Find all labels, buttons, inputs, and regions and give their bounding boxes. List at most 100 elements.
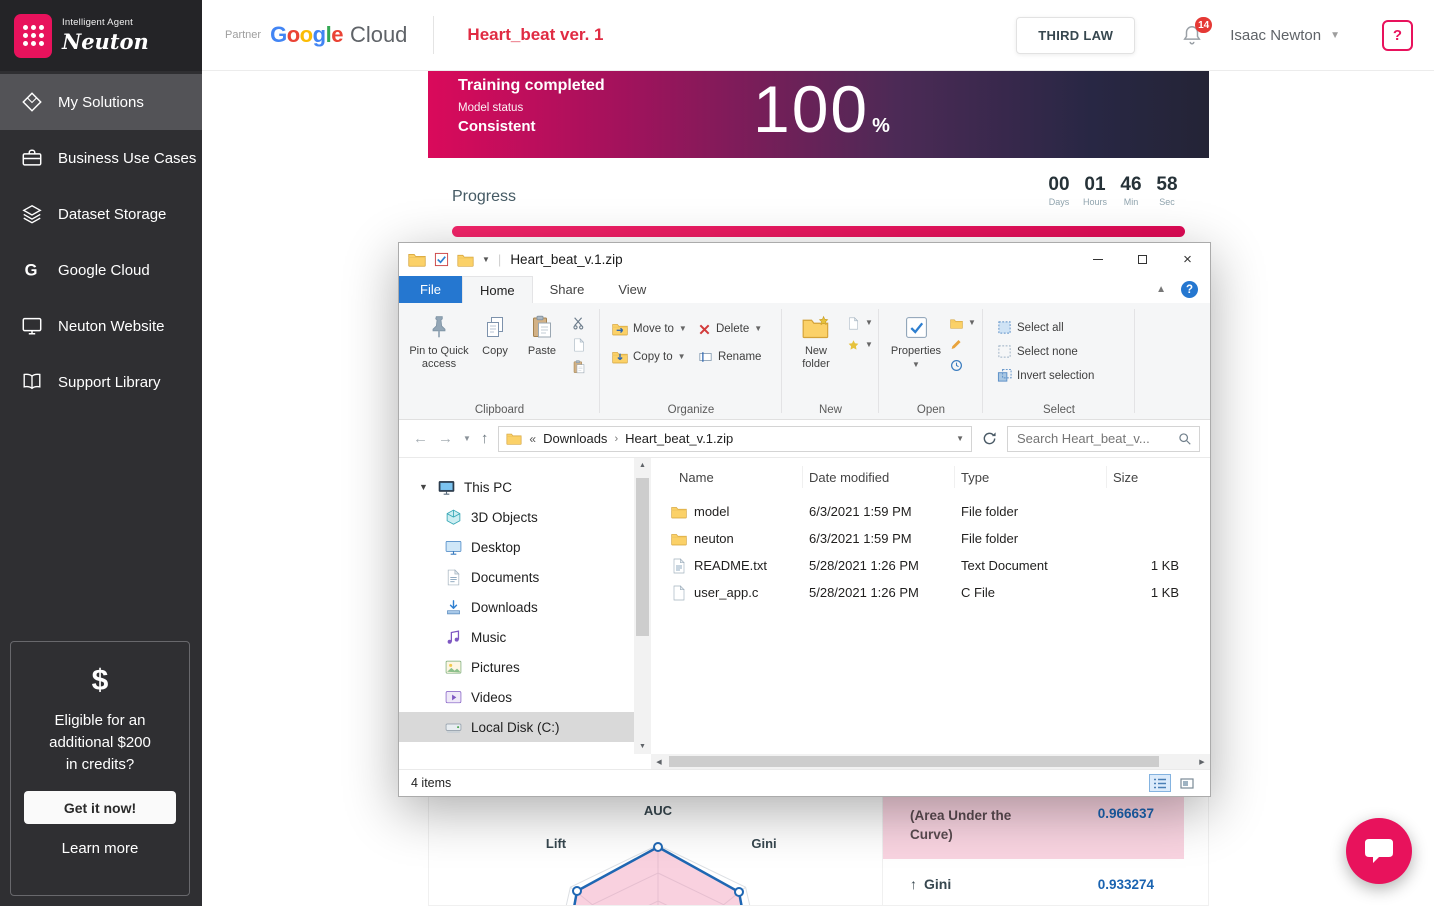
sidebar-item-my-solutions[interactable]: My Solutions [0,74,202,130]
file-type: File folder [955,531,1107,546]
copy-path-icon[interactable] [572,338,586,352]
tree-item-this-pc[interactable]: ▼ This PC [399,472,634,502]
copy-button[interactable]: Copy [473,308,517,402]
sidebar-item-dataset-storage[interactable]: Dataset Storage [0,186,202,242]
rename-button[interactable]: Rename [698,350,778,364]
tree-item-music[interactable]: Music [399,622,634,652]
tree-item-documents[interactable]: Documents [399,562,634,592]
history-dropdown-icon[interactable]: ▼ [463,434,471,443]
learn-more-link[interactable]: Learn more [11,840,189,857]
breadcrumb-current[interactable]: Heart_beat_v.1.zip [625,431,733,446]
hscrollbar-thumb[interactable] [669,756,1159,767]
quick-access-check-icon[interactable] [434,252,449,267]
open-button[interactable]: ▼ [950,316,976,330]
user-menu[interactable]: Isaac Newton ▼ [1230,27,1340,44]
search-icon[interactable] [1178,432,1192,446]
file-row-user-app[interactable]: user_app.c 5/28/2021 1:26 PM C File 1 KB [663,579,1206,606]
move-to-button[interactable]: Move to ▼ [612,322,694,336]
up-button[interactable]: ↑ [481,430,489,447]
paste-shortcut-icon[interactable] [572,360,586,374]
copy-to-button[interactable]: Copy to ▼ [612,350,694,364]
app-logo[interactable]: Intelligent Agent Neuton [0,0,202,71]
auc-metric-row[interactable]: (Area Under the Curve) 0.966637 [883,797,1184,859]
tree-item-downloads[interactable]: Downloads [399,592,634,622]
file-row-model[interactable]: model 6/3/2021 1:59 PM File folder [663,498,1206,525]
new-item-button[interactable]: ▼ [847,316,873,330]
sidebar-item-support-library[interactable]: Support Library [0,354,202,410]
paste-label: Paste [528,345,556,358]
column-header-date-modified[interactable]: Date modified [803,466,955,488]
google-cloud-logo[interactable]: G o o g l e Cloud [270,22,407,48]
details-view-button[interactable] [1149,774,1171,792]
ribbon-help-icon[interactable]: ? [1181,281,1198,298]
tab-home[interactable]: Home [462,276,533,303]
cut-icon[interactable] [572,316,586,330]
chat-widget-button[interactable] [1346,818,1412,884]
sidebar-item-neuton-website[interactable]: Neuton Website [0,298,202,354]
qat-dropdown-icon[interactable]: ▼ [482,255,490,264]
close-button[interactable]: × [1165,243,1210,276]
scrollbar-thumb[interactable] [636,478,649,636]
address-bar[interactable]: « Downloads › Heart_beat_v.1.zip ▼ [498,426,972,452]
quick-access-folder-icon[interactable] [457,253,474,267]
gini-metric-row[interactable]: ↑ Gini 0.933274 [883,876,1184,892]
select-none-button[interactable]: Select none [997,344,1131,359]
get-it-now-button[interactable]: Get it now! [24,791,176,824]
scroll-left-icon[interactable]: ◀ [651,758,667,766]
third-law-button[interactable]: THIRD LAW [1016,17,1135,54]
file-row-neuton[interactable]: neuton 6/3/2021 1:59 PM File folder [663,525,1206,552]
scroll-right-icon[interactable]: ▶ [1194,758,1210,766]
file-list-hscrollbar[interactable]: ◀ ▶ [651,754,1210,769]
tab-view[interactable]: View [601,276,663,303]
tree-scrollbar[interactable]: ▲ ▼ [634,458,651,754]
column-header-size[interactable]: Size [1107,466,1189,488]
column-header-name[interactable]: Name [663,466,803,488]
maximize-button[interactable] [1120,243,1165,276]
help-button[interactable]: ? [1382,20,1413,51]
select-all-label: Select all [1017,321,1064,335]
search-box[interactable] [1007,426,1200,452]
scroll-up-icon[interactable]: ▲ [634,458,651,473]
tree-item-pictures[interactable]: Pictures [399,652,634,682]
tab-file[interactable]: File [399,276,462,303]
sidebar-item-business-use-cases[interactable]: Business Use Cases [0,130,202,186]
tree-item-3d-objects[interactable]: 3D Objects [399,502,634,532]
history-button[interactable] [950,359,976,372]
tab-share[interactable]: Share [533,276,602,303]
new-folder-button[interactable]: New folder [790,308,842,402]
tree-item-local-disk-c[interactable]: Local Disk (C:) [399,712,634,742]
explorer-titlebar[interactable]: ▼ | Heart_beat_v.1.zip × [399,243,1210,276]
forward-button[interactable]: → [438,430,453,447]
address-dropdown-icon[interactable]: ▼ [956,434,964,443]
paste-button[interactable]: Paste [519,308,565,402]
collapsed-crumbs-icon[interactable]: « [529,432,536,446]
hscrollbar-track[interactable] [667,754,1194,769]
explorer-statusbar: 4 items [399,769,1210,796]
invert-selection-button[interactable]: Invert selection [997,368,1131,383]
edit-button[interactable] [950,338,976,351]
breadcrumb-parent[interactable]: Downloads [543,431,607,446]
scrollbar-track[interactable] [634,473,651,739]
delete-button[interactable]: Delete ▼ [698,322,778,336]
expand-icon[interactable]: ▼ [419,482,429,492]
rename-label: Rename [718,350,761,364]
refresh-icon[interactable] [982,431,997,446]
tree-item-desktop[interactable]: Desktop [399,532,634,562]
back-button[interactable]: ← [413,430,428,447]
collapse-ribbon-icon[interactable]: ▲ [1156,284,1166,295]
minimize-button[interactable] [1075,243,1120,276]
book-icon [21,371,43,393]
select-all-button[interactable]: Select all [997,320,1131,335]
sidebar-item-google-cloud[interactable]: G Google Cloud [0,242,202,298]
column-header-type[interactable]: Type [955,466,1107,488]
search-input[interactable] [1015,430,1178,447]
notifications-button[interactable]: 14 [1181,24,1203,46]
thumbnail-view-button[interactable] [1176,774,1198,792]
file-date: 5/28/2021 1:26 PM [803,585,955,600]
scroll-down-icon[interactable]: ▼ [634,739,651,754]
pin-to-quick-access-button[interactable]: Pin to Quick access [407,308,471,402]
easy-access-button[interactable]: ▼ [847,338,873,352]
properties-button[interactable]: Properties ▼ [887,308,945,402]
file-row-readme[interactable]: README.txt 5/28/2021 1:26 PM Text Docume… [663,552,1206,579]
tree-item-videos[interactable]: Videos [399,682,634,712]
